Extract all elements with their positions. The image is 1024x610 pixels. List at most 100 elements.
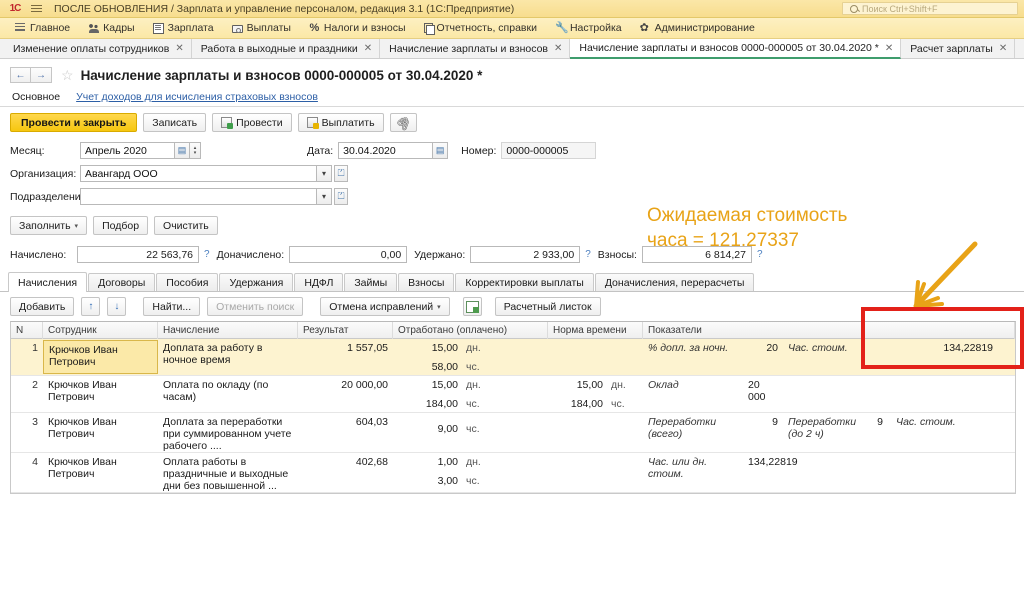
col-worked[interactable]: Отработано (оплачено): [393, 321, 548, 339]
row-norm: [548, 453, 643, 492]
norm-days-unit: дн.: [611, 379, 626, 391]
global-search-input[interactable]: Поиск Ctrl+Shift+F: [842, 2, 1018, 15]
row-worked: 9,00 чс.: [393, 413, 548, 452]
table-row[interactable]: 4 Крючков Иван Петрович Оплата работы в …: [11, 453, 1015, 493]
forward-button[interactable]: →: [31, 67, 52, 83]
table-row[interactable]: 1 Крючков Иван Петрович Доплата за работ…: [11, 339, 1015, 376]
col-accrual[interactable]: Начисление: [158, 321, 298, 339]
row-accrual: Доплата за работу в ночное время: [163, 342, 263, 366]
worked-hours-unit: чс.: [466, 423, 480, 435]
tab-izmenenie-oplaty[interactable]: Изменение оплаты сотрудников ✕: [4, 39, 192, 58]
tab-nachisleniya[interactable]: Начисления: [8, 272, 88, 292]
extra-accrued-label: Доначислено:: [216, 248, 285, 261]
clear-button[interactable]: Очистить: [154, 216, 218, 235]
row-indicator-name-3: Час. стоим.: [896, 416, 956, 428]
row-indicator-name-1: Оклад: [648, 379, 679, 391]
tab-zaymy[interactable]: Займы: [344, 273, 398, 291]
calendar-icon[interactable]: ▤: [175, 142, 190, 159]
close-icon[interactable]: ✕: [175, 43, 183, 54]
tab-nachislenie-zarplaty-0000-000005[interactable]: Начисление зарплаты и взносов 0000-00000…: [570, 39, 902, 59]
date-input[interactable]: 30.04.2020: [338, 142, 434, 159]
open-organization-icon[interactable]: ⏍: [334, 165, 348, 182]
tab-posobiya[interactable]: Пособия: [156, 273, 219, 291]
post-button[interactable]: Провести: [212, 113, 292, 132]
post-and-close-button[interactable]: Провести и закрыть: [10, 113, 138, 132]
tab-korrektirovki-vyplaty[interactable]: Корректировки выплаты: [455, 273, 594, 291]
tab-ndfl[interactable]: НДФЛ: [294, 273, 344, 291]
close-icon[interactable]: ✕: [885, 43, 893, 54]
col-n[interactable]: N: [11, 321, 43, 339]
organization-input[interactable]: Авангард ООО: [80, 165, 317, 182]
menu-item-vyplaty[interactable]: Выплаты: [223, 19, 300, 38]
move-down-icon[interactable]: ↓: [107, 297, 127, 316]
menu-item-nalogi[interactable]: % Налоги и взносы: [300, 19, 415, 38]
tab-donachisleniya-pererschety[interactable]: Доначисления, перерасчеты: [594, 273, 755, 291]
back-button[interactable]: ←: [10, 67, 31, 83]
money-icon: [231, 24, 243, 33]
favorite-star-icon[interactable]: ☆: [61, 67, 74, 84]
table-header-row: N Сотрудник Начисление Результат Отработ…: [11, 321, 1015, 339]
tab-rabota-v-vyhodnye[interactable]: Работа в выходные и праздники ✕: [191, 39, 381, 58]
fill-label: Заполнить: [19, 219, 71, 232]
department-input[interactable]: [80, 188, 317, 205]
menu-item-otchetnost[interactable]: Отчетность, справки: [415, 19, 546, 38]
month-input[interactable]: Апрель 2020: [80, 142, 175, 159]
cancel-fixes-button[interactable]: Отмена исправлений ▾: [320, 297, 450, 316]
accrued-help-icon[interactable]: ?: [204, 249, 210, 260]
row-employee[interactable]: Крючков Иван Петрович: [43, 376, 158, 412]
subnav-item-osnovnoe[interactable]: Основное: [12, 91, 60, 103]
attachments-button[interactable]: 🖇: [389, 112, 417, 133]
fill-command-bar: Заполнить ▾ Подбор Очистить: [0, 210, 1024, 239]
tab-nachislenie-zarplaty[interactable]: Начисление зарплаты и взносов ✕: [380, 39, 571, 58]
month-stepper[interactable]: ▴ ▾: [190, 142, 201, 159]
main-menu-burger-icon[interactable]: [28, 5, 44, 12]
row-result: 402,68: [355, 456, 388, 468]
tab-uderzhaniya[interactable]: Удержания: [219, 273, 294, 291]
menu-label: Настройка: [569, 22, 622, 34]
row-employee[interactable]: Крючков Иван Петрович: [43, 453, 158, 492]
add-row-button[interactable]: Добавить: [10, 297, 75, 316]
subnav-link-uchet-dohodov[interactable]: Учет доходов для исчисления страховых вз…: [76, 91, 318, 103]
col-result[interactable]: Результат: [298, 321, 393, 339]
col-employee[interactable]: Сотрудник: [43, 321, 158, 339]
row-employee[interactable]: Крючков Иван Петрович: [43, 340, 158, 374]
menu-item-kadry[interactable]: Кадры: [79, 19, 143, 38]
tab-dogovory[interactable]: Договоры: [88, 273, 156, 291]
row-employee[interactable]: Крючков Иван Петрович: [43, 413, 158, 452]
close-icon[interactable]: ✕: [554, 43, 562, 54]
accruals-table: N Сотрудник Начисление Результат Отработ…: [10, 321, 1016, 494]
menu-item-glavnoe[interactable]: Главное: [6, 19, 79, 38]
date-calendar-icon[interactable]: ▤: [433, 142, 449, 159]
select-button[interactable]: Подбор: [93, 216, 149, 235]
chevron-down-icon[interactable]: ▾: [317, 188, 332, 205]
menu-item-nastroyka[interactable]: 🔧 Настройка: [546, 19, 631, 38]
payslip-button[interactable]: Расчетный листок: [494, 297, 601, 316]
table-row[interactable]: 3 Крючков Иван Петрович Доплата за перер…: [11, 413, 1015, 453]
move-up-icon[interactable]: ↑: [81, 297, 101, 316]
withheld-help-icon[interactable]: ?: [585, 249, 591, 260]
row-norm: 15,00 дн. 184,00 чс.: [548, 376, 643, 412]
write-button[interactable]: Записать: [143, 113, 207, 132]
col-norm[interactable]: Норма времени: [548, 321, 643, 339]
organization-row: Организация: Авангард ООО ▾ ⏍: [0, 165, 1024, 182]
menu-item-administrirovanie[interactable]: ✿ Администрирование: [631, 19, 764, 38]
find-button[interactable]: Найти...: [143, 297, 201, 316]
pay-button[interactable]: Выплатить: [297, 113, 384, 132]
chevron-down-icon[interactable]: ▾: [317, 165, 332, 182]
table-row[interactable]: 2 Крючков Иван Петрович Оплата по окладу…: [11, 376, 1015, 413]
menu-item-zarplata[interactable]: Зарплата: [144, 19, 223, 38]
people-icon: [88, 22, 100, 34]
col-indicators[interactable]: Показатели: [643, 321, 1015, 339]
menu-label: Налоги и взносы: [323, 22, 406, 34]
close-icon[interactable]: ✕: [999, 43, 1007, 54]
tab-raschet-zarplaty[interactable]: Расчет зарплаты ✕: [901, 39, 1016, 58]
row-indicator-name-1: Час. или дн. стоим.: [648, 456, 708, 480]
document-icon: [152, 22, 164, 34]
tab-vznosy[interactable]: Взносы: [398, 273, 455, 291]
open-department-icon[interactable]: ⏍: [334, 188, 348, 205]
grid-settings-icon[interactable]: [462, 297, 482, 316]
fill-button[interactable]: Заполнить ▾: [10, 216, 88, 235]
report-icon: [423, 23, 435, 35]
close-icon[interactable]: ✕: [364, 43, 372, 54]
row-indicator-value-2: [858, 376, 1015, 412]
